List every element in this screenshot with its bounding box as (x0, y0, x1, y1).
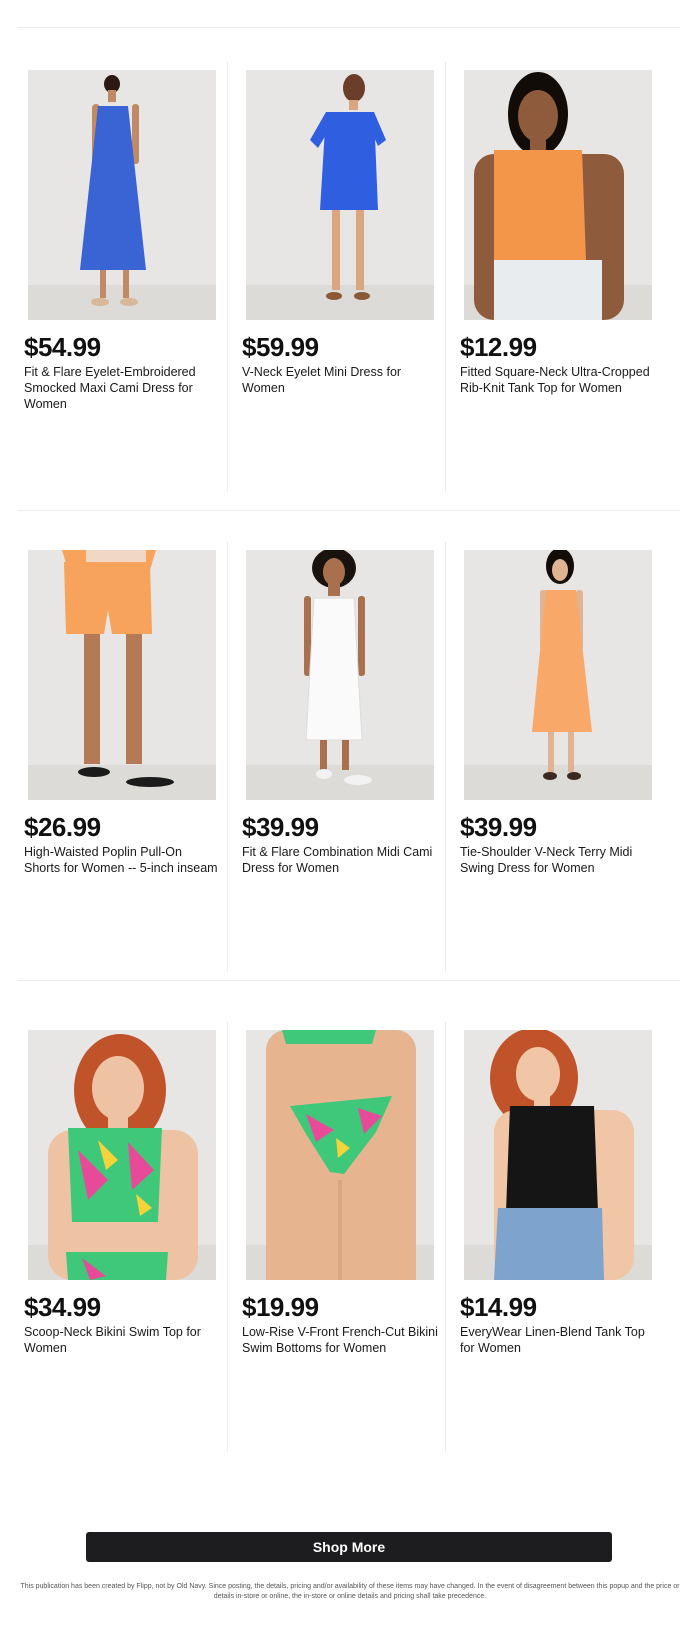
product-image[interactable] (464, 1030, 652, 1280)
product-price: $19.99 (242, 1292, 319, 1322)
product-price: $34.99 (24, 1292, 101, 1322)
product-price: $39.99 (242, 812, 319, 842)
product-image[interactable] (464, 550, 652, 800)
product-price: $59.99 (242, 332, 319, 362)
column-divider (227, 62, 228, 492)
column-divider (445, 62, 446, 492)
product-image[interactable] (464, 70, 652, 320)
product-image[interactable] (28, 550, 216, 800)
top-shape (494, 150, 586, 260)
product-price: $14.99 (460, 1292, 537, 1322)
woman-orange-shorts (28, 550, 216, 800)
woman-orange-tank-top (464, 72, 652, 320)
row-divider (17, 980, 680, 981)
product-price: $26.99 (24, 812, 101, 842)
product-image[interactable] (246, 1030, 434, 1280)
product-title[interactable]: Fit & Flare Combination Midi Cami Dress … (242, 844, 438, 876)
woman-black-tank-top (464, 1030, 652, 1280)
product-title[interactable]: EveryWear Linen-Blend Tank Top for Women (460, 1324, 656, 1356)
product-title[interactable]: Fit & Flare Eyelet-Embroidered Smocked M… (24, 364, 220, 412)
product-title[interactable]: Scoop-Neck Bikini Swim Top for Women (24, 1324, 220, 1356)
disclaimer-text: This publication has been created by Fli… (20, 1583, 680, 1600)
column-divider (445, 542, 446, 972)
product-image[interactable] (246, 550, 434, 800)
product-title[interactable]: High-Waisted Poplin Pull-On Shorts for W… (24, 844, 220, 876)
woman-orange-swing-dress (464, 550, 652, 800)
dress-shape (305, 597, 363, 741)
product-price: $39.99 (460, 812, 537, 842)
product-title[interactable]: Tie-Shoulder V-Neck Terry Midi Swing Dre… (460, 844, 656, 876)
tank-top-shape (506, 1106, 598, 1212)
product-title[interactable]: Low-Rise V-Front French-Cut Bikini Swim … (242, 1324, 438, 1356)
woman-tropical-bikini-top (28, 1034, 216, 1280)
column-divider (445, 1022, 446, 1452)
column-divider (227, 542, 228, 972)
shorts-shape (64, 562, 152, 634)
product-price: $12.99 (460, 332, 537, 362)
product-image[interactable] (28, 1030, 216, 1280)
row-divider (17, 510, 680, 511)
product-title[interactable]: V-Neck Eyelet Mini Dress for Women (242, 364, 438, 396)
tropical-bikini-bottoms (246, 1030, 434, 1280)
woman-blue-mini-dress (246, 74, 434, 320)
product-price: $54.99 (24, 332, 101, 362)
woman-blue-maxi-dress (28, 75, 216, 320)
shop-more-button[interactable]: Shop More (86, 1532, 612, 1562)
woman-white-midi-dress (246, 550, 434, 800)
top-divider (17, 27, 680, 28)
column-divider (227, 1022, 228, 1452)
product-image[interactable] (28, 70, 216, 320)
product-title[interactable]: Fitted Square-Neck Ultra-Cropped Rib-Kni… (460, 364, 656, 396)
product-image[interactable] (246, 70, 434, 320)
